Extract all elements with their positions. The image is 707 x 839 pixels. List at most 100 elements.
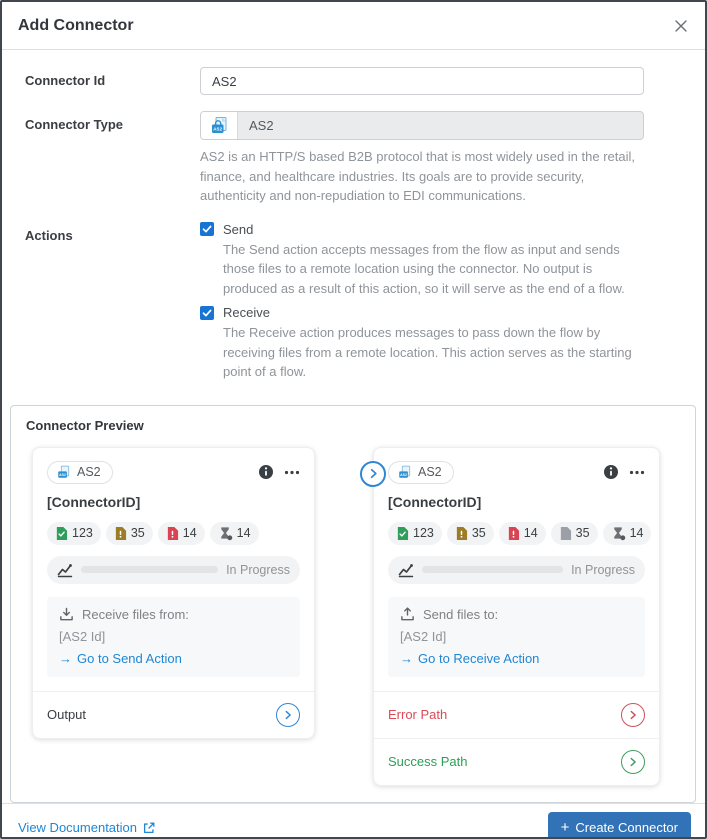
- svg-text:AS2: AS2: [213, 126, 222, 131]
- receive-connector-card: AS2 AS2 [ConnectorID] 123 35 14 14 In Pr…: [32, 446, 315, 739]
- arrow-right-icon: →: [59, 650, 72, 666]
- receive-action-description: The Receive action produces messages to …: [223, 325, 632, 379]
- stat-total: 35: [550, 521, 598, 545]
- progress-status: In Progress: [571, 562, 635, 577]
- receive-info-panel: Receive files from: [AS2 Id] → Go to Sen…: [47, 596, 300, 677]
- panel-target-id: [AS2 Id]: [59, 628, 106, 644]
- stat-value: 35: [471, 526, 486, 540]
- connector-type-label: Connector Type: [25, 117, 123, 132]
- create-connector-button[interactable]: + Create Connector: [547, 812, 691, 837]
- error-path-row[interactable]: Error Path: [374, 690, 659, 738]
- connector-type-input: [238, 112, 643, 139]
- connector-type-row: Connector Type AS2 AS2 is an HTTP/: [25, 111, 696, 206]
- chevron-right-icon[interactable]: [621, 702, 645, 727]
- file-success-icon: [56, 526, 68, 540]
- preview-title: Connector Preview: [26, 417, 144, 433]
- connector-id-title: [ConnectorID]: [388, 493, 482, 510]
- actions-row: Actions Send The Send action accepts mes…: [25, 222, 696, 389]
- file-success-icon: [397, 526, 409, 540]
- chart-line-icon: [398, 563, 414, 577]
- upload-tray-icon: [401, 606, 414, 620]
- receive-action-option: Receive The Receive action produces mess…: [200, 305, 644, 382]
- go-to-send-action-link[interactable]: → Go to Send Action: [59, 651, 288, 666]
- download-tray-icon: [60, 607, 73, 620]
- as2-connector-icon: AS2: [201, 112, 238, 139]
- success-path-row[interactable]: Success Path: [374, 737, 659, 785]
- more-menu-icon[interactable]: [284, 470, 300, 475]
- send-action-description: The Send action accepts messages from th…: [223, 241, 625, 296]
- file-error-icon: [167, 526, 178, 540]
- hourglass-icon: [220, 526, 232, 540]
- output-path-row[interactable]: Output: [33, 690, 314, 738]
- stat-warning: 35: [446, 521, 494, 545]
- external-link-icon: [143, 822, 155, 833]
- modal-footer: View Documentation + Create Connector: [2, 802, 705, 837]
- info-icon[interactable]: [258, 464, 274, 480]
- file-neutral-icon: [560, 526, 571, 540]
- plus-icon: +: [560, 819, 570, 836]
- progress-status: In Progress: [226, 562, 290, 577]
- stat-error: 14: [498, 521, 546, 545]
- progress-track: [422, 566, 564, 573]
- stat-error: 14: [157, 521, 205, 545]
- badge-label: AS2: [77, 465, 101, 479]
- modal-header: Add Connector: [2, 2, 705, 50]
- send-action-option: Send The Send action accepts messages fr…: [200, 222, 644, 299]
- stat-success: 123: [47, 521, 101, 545]
- connector-type-badge: AS2 AS2: [47, 460, 113, 484]
- path-label: Success Path: [388, 754, 468, 769]
- panel-heading: Receive files from:: [82, 606, 189, 622]
- panel-link-label: Go to Receive Action: [418, 650, 540, 666]
- stat-success: 123: [388, 521, 442, 545]
- progress-indicator: In Progress: [388, 555, 645, 584]
- stat-value: 123: [72, 526, 93, 540]
- input-chevron-icon[interactable]: [360, 460, 386, 487]
- send-checkbox-label[interactable]: Send: [223, 222, 253, 237]
- stat-pending: 14: [209, 521, 259, 545]
- stat-pending: 14: [602, 521, 652, 545]
- hourglass-icon: [613, 526, 625, 540]
- view-documentation-link[interactable]: View Documentation: [18, 820, 156, 835]
- stat-warning: 35: [105, 521, 153, 545]
- panel-target-id: [AS2 Id]: [400, 628, 447, 644]
- svg-text:AS2: AS2: [59, 472, 66, 476]
- progress-track: [81, 566, 219, 573]
- stat-value: 14: [182, 526, 197, 540]
- badge-label: AS2: [418, 465, 442, 479]
- chevron-right-icon[interactable]: [276, 702, 300, 727]
- more-menu-icon[interactable]: [629, 470, 645, 475]
- stat-value: 14: [523, 526, 538, 540]
- svg-text:AS2: AS2: [400, 472, 407, 476]
- file-error-icon: [508, 526, 519, 540]
- close-icon[interactable]: [673, 18, 689, 34]
- path-label: Error Path: [388, 707, 448, 722]
- connector-id-label: Connector Id: [25, 73, 106, 88]
- panel-heading: Send files to:: [423, 606, 499, 622]
- send-info-panel: Send files to: [AS2 Id] → Go to Receive …: [388, 596, 645, 677]
- stat-value: 35: [130, 526, 145, 540]
- path-label: Output: [47, 707, 87, 722]
- receive-checkbox[interactable]: [200, 305, 214, 320]
- file-warning-icon: [456, 526, 467, 540]
- add-connector-modal: Add Connector Connector Id Connector Typ…: [0, 0, 707, 839]
- stat-value: 123: [413, 526, 434, 540]
- as2-badge-icon: AS2: [399, 465, 411, 478]
- file-warning-icon: [115, 526, 126, 540]
- chart-line-icon: [57, 563, 73, 577]
- panel-link-label: Go to Send Action: [77, 650, 182, 666]
- progress-indicator: In Progress: [47, 555, 300, 584]
- connector-id-input[interactable]: [200, 67, 644, 95]
- connector-preview-panel: Connector Preview AS2 AS2 [ConnectorID] …: [10, 404, 696, 803]
- info-icon[interactable]: [603, 464, 619, 480]
- send-checkbox[interactable]: [200, 222, 214, 236]
- connector-id-row: Connector Id: [25, 67, 696, 95]
- as2-badge-icon: AS2: [58, 465, 70, 478]
- modal-body: Connector Id Connector Type AS2: [2, 50, 705, 803]
- create-button-label: Create Connector: [575, 820, 678, 835]
- chevron-right-icon[interactable]: [621, 749, 645, 774]
- actions-label: Actions: [25, 227, 73, 243]
- stat-value: 14: [236, 526, 251, 540]
- page-title: Add Connector: [18, 17, 134, 34]
- receive-checkbox-label[interactable]: Receive: [223, 305, 270, 320]
- go-to-receive-action-link[interactable]: → Go to Receive Action: [400, 651, 633, 666]
